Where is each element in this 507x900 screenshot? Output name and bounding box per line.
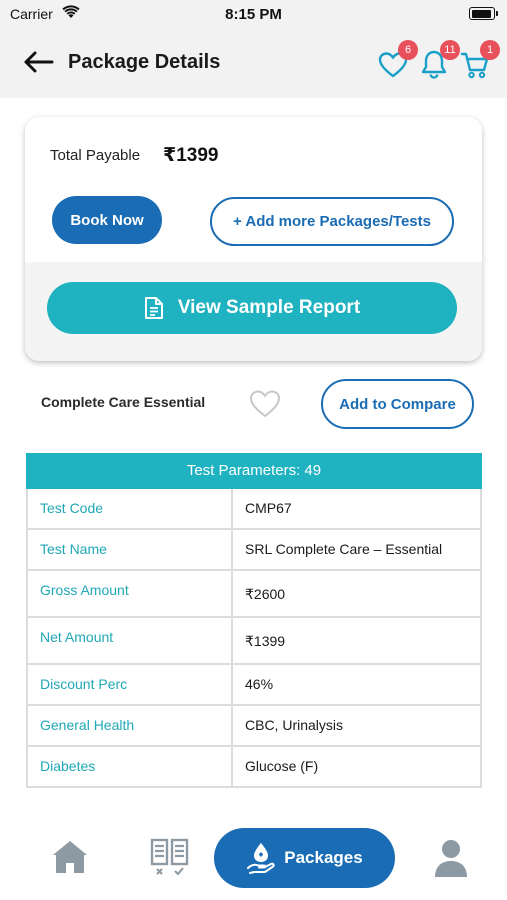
- row-key: Net Amount: [28, 618, 233, 663]
- wishlist-count-badge: 6: [398, 40, 418, 60]
- notifications-count-badge: 11: [440, 40, 460, 60]
- nav-compare-button[interactable]: [150, 837, 190, 879]
- wishlist-button[interactable]: 6: [378, 40, 418, 80]
- favorite-heart-icon[interactable]: [249, 389, 281, 419]
- table-row: Test Code CMP67: [26, 489, 482, 530]
- total-payable-amount: ₹1399: [163, 145, 219, 166]
- page-title: Package Details: [68, 51, 221, 73]
- row-value: SRL Complete Care – Essential: [245, 541, 443, 557]
- battery-icon: [469, 7, 498, 20]
- table-row: Net Amount ₹1399: [26, 618, 482, 665]
- row-key: Discount Perc: [28, 665, 233, 704]
- view-sample-report-button[interactable]: View Sample Report: [47, 282, 457, 334]
- row-key: Diabetes: [28, 747, 233, 786]
- book-now-button[interactable]: Book Now: [52, 196, 162, 244]
- package-name: Complete Care Essential: [41, 394, 206, 410]
- app-header: Package Details 6 11 1: [0, 28, 507, 98]
- row-value: 46%: [245, 676, 274, 692]
- notifications-button[interactable]: 11: [420, 40, 460, 80]
- row-key: Test Code: [28, 489, 233, 528]
- row-key: Gross Amount: [28, 571, 233, 616]
- nav-profile-button[interactable]: [432, 837, 470, 879]
- table-row: Test Name SRL Complete Care – Essential: [26, 530, 482, 571]
- view-sample-report-label: View Sample Report: [177, 297, 361, 318]
- row-value: Glucose (F): [245, 758, 319, 774]
- row-value: ₹1399: [245, 633, 286, 649]
- test-parameters-table: Test Parameters: 49 Test Code CMP67 Test…: [26, 453, 482, 815]
- table-row: General Health CBC, Urinalysis: [26, 706, 482, 747]
- row-value: ₹2600: [245, 586, 286, 602]
- row-key: Test Name: [28, 530, 233, 569]
- row-value: CMP67: [245, 500, 292, 516]
- summary-card: Total Payable ₹1399 Book Now + Add more …: [25, 117, 482, 361]
- table-header: Test Parameters: 49: [26, 453, 482, 489]
- status-time: 8:15 PM: [225, 6, 282, 23]
- status-bar: Carrier 8:15 PM: [0, 0, 507, 28]
- profile-icon: [435, 840, 467, 877]
- nav-packages-button[interactable]: Packages: [214, 828, 395, 888]
- bottom-navigation: Packages: [0, 815, 507, 900]
- table-row: Diabetes Glucose (F): [26, 747, 482, 788]
- table-row: Discount Perc 46%: [26, 665, 482, 706]
- add-to-compare-button[interactable]: Add to Compare: [321, 379, 474, 429]
- add-more-packages-button[interactable]: + Add more Packages/Tests: [210, 197, 454, 246]
- document-icon: [144, 297, 163, 319]
- row-value: CBC, Urinalysis: [245, 717, 344, 733]
- home-icon: [53, 841, 87, 873]
- nav-packages-label: Packages: [284, 848, 363, 867]
- nav-home-button[interactable]: [50, 837, 90, 877]
- care-hand-icon: [247, 843, 275, 874]
- cart-count-badge: 1: [480, 40, 500, 60]
- row-key: General Health: [28, 706, 233, 745]
- back-arrow-icon[interactable]: [22, 50, 54, 74]
- total-payable-label: Total Payable: [50, 147, 141, 164]
- cart-button[interactable]: 1: [460, 40, 500, 80]
- compare-icon: [150, 838, 189, 876]
- table-row: Gross Amount ₹2600: [26, 571, 482, 618]
